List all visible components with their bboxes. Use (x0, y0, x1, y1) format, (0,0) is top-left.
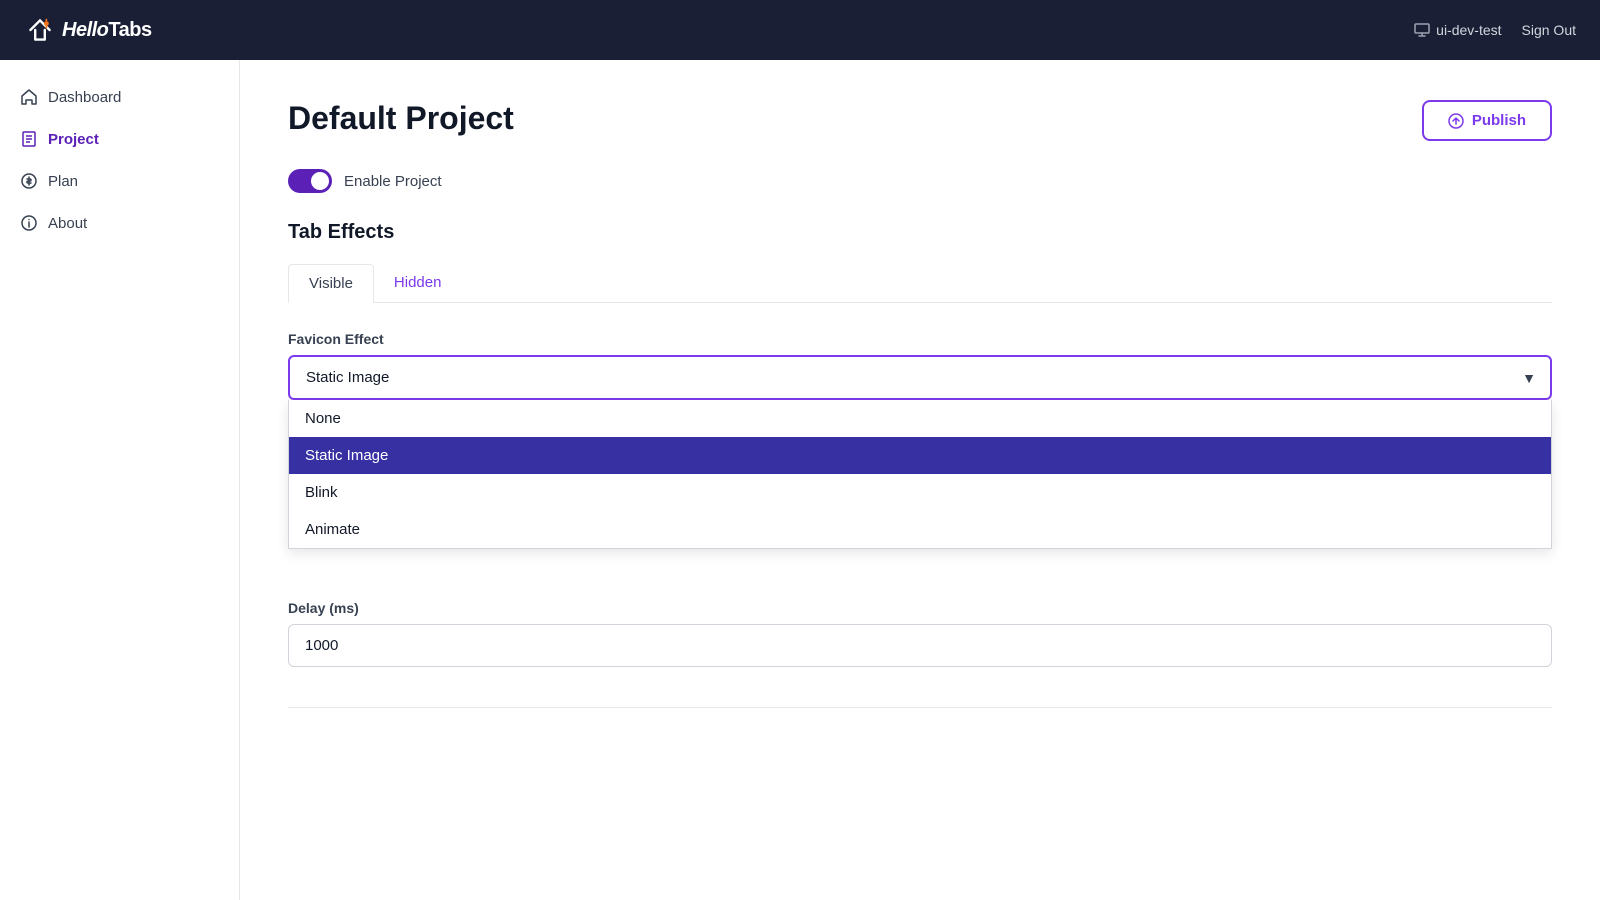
sidebar-item-project[interactable]: Project (0, 118, 239, 160)
home-icon (20, 88, 38, 106)
page-title: Default Project (288, 100, 514, 137)
publish-button[interactable]: Publish (1422, 100, 1552, 141)
sidebar-dashboard-label: Dashboard (48, 89, 121, 106)
enable-toggle[interactable] (288, 169, 332, 193)
dropdown-item-blink[interactable]: Blink (289, 474, 1551, 511)
favicon-effect-select[interactable]: None Static Image Blink Animate (288, 355, 1552, 400)
publish-icon (1448, 113, 1464, 129)
logo: HelloTabs (24, 14, 152, 46)
enable-row: Enable Project (288, 169, 1552, 193)
sidebar-plan-label: Plan (48, 173, 78, 190)
publish-label: Publish (1472, 112, 1526, 129)
top-nav: HelloTabs ui-dev-test Sign Out (0, 0, 1600, 60)
dropdown-list: None Static Image Blink Animate (288, 400, 1552, 549)
section-title: Tab Effects (288, 221, 1552, 244)
sidebar-project-label: Project (48, 131, 99, 148)
sidebar-item-plan[interactable]: Plan (0, 160, 239, 202)
layout: Dashboard Project Plan (0, 60, 1600, 900)
dropdown-item-none[interactable]: None (289, 400, 1551, 437)
main-content: Default Project Publish Enable Project T… (240, 60, 1600, 900)
favicon-effect-label: Favicon Effect (288, 331, 1552, 347)
delay-label: Delay (ms) (288, 600, 1552, 616)
delay-field: Delay (ms) (288, 600, 1552, 667)
favicon-effect-select-container: None Static Image Blink Animate ▼ None S… (288, 355, 1552, 400)
dropdown-item-animate[interactable]: Animate (289, 511, 1551, 548)
signout-button[interactable]: Sign Out (1522, 22, 1576, 38)
delay-input[interactable] (288, 624, 1552, 667)
logo-text: HelloTabs (62, 19, 152, 42)
file-icon (20, 130, 38, 148)
enable-label: Enable Project (344, 173, 442, 190)
nav-right: ui-dev-test Sign Out (1414, 22, 1576, 38)
sidebar-item-dashboard[interactable]: Dashboard (0, 76, 239, 118)
page-header: Default Project Publish (288, 100, 1552, 141)
monitor-icon (1414, 22, 1430, 38)
dollar-icon (20, 172, 38, 190)
sidebar-item-about[interactable]: About (0, 202, 239, 244)
dropdown-item-static-image[interactable]: Static Image (289, 437, 1551, 474)
sidebar-about-label: About (48, 215, 87, 232)
nav-user: ui-dev-test (1414, 22, 1501, 38)
tab-hidden[interactable]: Hidden (374, 264, 462, 303)
tab-bar: Visible Hidden (288, 264, 1552, 303)
divider (288, 707, 1552, 708)
sidebar: Dashboard Project Plan (0, 60, 240, 900)
tab-visible[interactable]: Visible (288, 264, 374, 303)
info-icon (20, 214, 38, 232)
username: ui-dev-test (1436, 22, 1501, 38)
